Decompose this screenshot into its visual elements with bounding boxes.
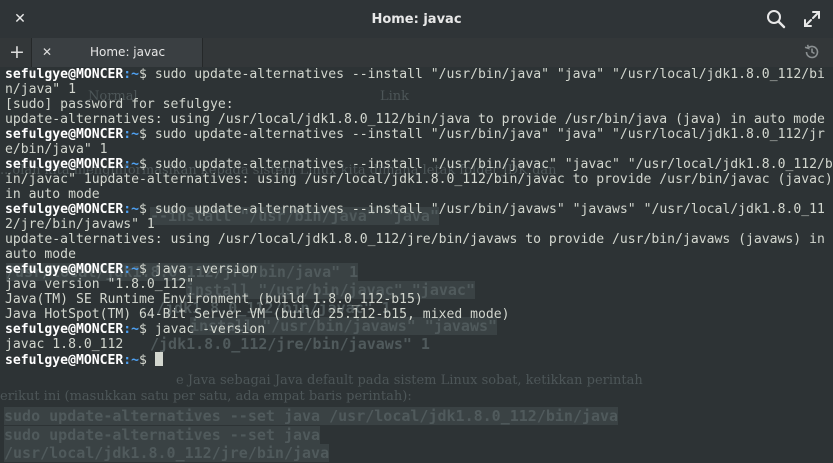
command-line: sefulgye@MONCER:~$ javac -version — [5, 322, 833, 337]
prompt-symbol: $ — [139, 157, 155, 172]
prompt-symbol: $ — [139, 353, 155, 368]
command-text: javac -version — [154, 322, 266, 337]
prompt-path: :~ — [123, 157, 140, 172]
prompt-symbol: $ — [139, 67, 155, 82]
output-line: [sudo] password for sefulgye: — [5, 97, 234, 112]
history-icon[interactable] — [803, 43, 821, 61]
output-line: java version "1.8.0_112" — [5, 277, 195, 292]
window-title: Home: javac — [371, 11, 462, 27]
prompt-user: sefulgye@MONCER — [5, 262, 124, 277]
prompt-line-active: sefulgye@MONCER:~$ — [5, 352, 833, 368]
terminal-view[interactable]: Normal Link ...olah kita menginformasika… — [0, 67, 833, 463]
ghost-code: sudo update-alternatives --set java /usr… — [4, 407, 619, 425]
tab-label: Home: javac — [90, 45, 166, 59]
output-line: Java(TM) SE Runtime Environment (build 1… — [5, 292, 423, 307]
tab-home-javac[interactable]: ✕ Home: javac — [31, 38, 203, 67]
ghost-paragraph: erikut ini (masukkan satu per satu, ada … — [0, 389, 412, 404]
output-line: Java HotSpot(TM) 64-Bit Server VM (build… — [5, 307, 510, 322]
prompt-path: :~ — [123, 67, 140, 82]
window-titlebar: ✕ Home: javac — [0, 0, 833, 38]
prompt-symbol: $ — [139, 127, 155, 142]
search-icon[interactable] — [765, 8, 787, 30]
tab-bar: + ✕ Home: javac — [0, 38, 833, 68]
prompt-path: :~ — [123, 202, 140, 217]
text-cursor — [154, 352, 163, 366]
command-line: sefulgye@MONCER:~$ java -version — [5, 262, 833, 277]
command-text: java -version — [154, 262, 258, 277]
prompt-symbol: $ — [139, 202, 155, 217]
prompt-user: sefulgye@MONCER — [5, 353, 124, 368]
prompt-user: sefulgye@MONCER — [5, 67, 124, 82]
command-line: sefulgye@MONCER:~$ sudo update-alternati… — [5, 157, 833, 202]
output-line: update-alternatives: using /usr/local/jd… — [5, 232, 833, 262]
prompt-path: :~ — [123, 262, 140, 277]
maximize-icon[interactable] — [801, 8, 823, 30]
prompt-user: sefulgye@MONCER — [5, 322, 124, 337]
prompt-symbol: $ — [139, 262, 155, 277]
command-line: sefulgye@MONCER:~$ sudo update-alternati… — [5, 67, 833, 97]
prompt-user: sefulgye@MONCER — [5, 202, 124, 217]
command-line: sefulgye@MONCER:~$ sudo update-alternati… — [5, 127, 833, 157]
ghost-code: sudo update-alternatives --set java — [4, 426, 321, 444]
prompt-path: :~ — [123, 353, 140, 368]
new-tab-icon[interactable]: + — [6, 41, 28, 63]
ghost-paragraph: e Java sebagai Java default pada sistem … — [176, 373, 643, 388]
ghost-code: /usr/local/jdk1.8.0_112/jre/bin/java — [4, 444, 330, 462]
output-line: update-alternatives: using /usr/local/jd… — [5, 112, 825, 127]
prompt-user: sefulgye@MONCER — [5, 157, 124, 172]
prompt-user: sefulgye@MONCER — [5, 127, 124, 142]
prompt-path: :~ — [123, 127, 140, 142]
output-line: javac 1.8.0_112 — [5, 337, 124, 352]
prompt-symbol: $ — [139, 322, 155, 337]
command-line: sefulgye@MONCER:~$ sudo update-alternati… — [5, 202, 833, 232]
close-icon[interactable]: ✕ — [10, 9, 30, 29]
tab-close-icon[interactable]: ✕ — [39, 44, 55, 60]
prompt-path: :~ — [123, 322, 140, 337]
terminal-output: sefulgye@MONCER:~$ sudo update-alternati… — [5, 67, 833, 368]
